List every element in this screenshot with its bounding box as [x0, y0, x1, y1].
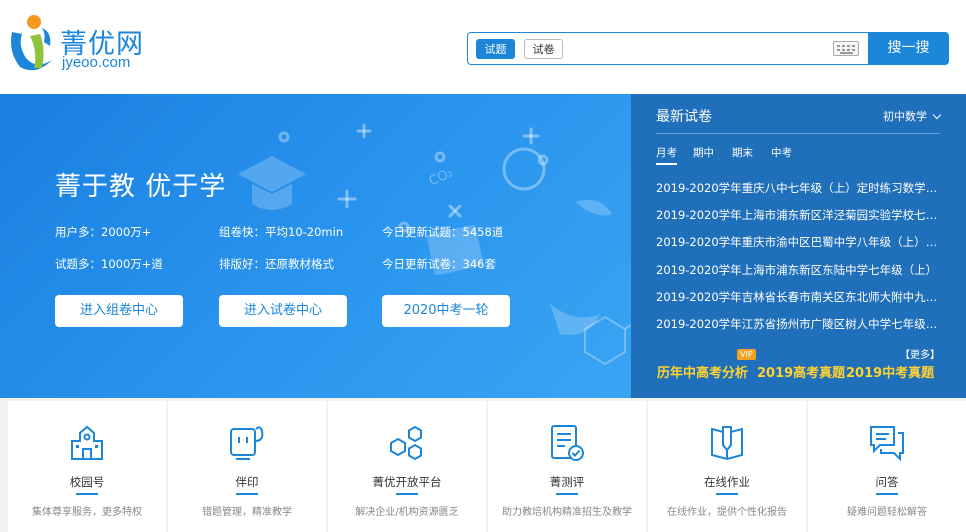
paper-list-item[interactable]: 2019-2020学年上海市浦东新区东陆中学七年级（上） — [656, 262, 939, 278]
feature-desc: 错题管理，精准教学 — [202, 507, 292, 518]
banner-decoration: CO₂ — [238, 123, 631, 366]
stat-questions: 试题多：1000万+道 — [55, 257, 163, 271]
tab-final[interactable]: 期末 — [732, 145, 753, 160]
feature-name: 校园号 — [69, 475, 105, 489]
stat-layout: 排版好：还原教材格式 — [219, 257, 334, 271]
feature-underline — [396, 493, 418, 495]
gaokao-2019-link[interactable]: 2019高考真题 — [757, 362, 845, 381]
tab-zhongkao[interactable]: 中考 — [771, 145, 792, 160]
paper-list-item[interactable]: 2019-2020学年重庆八中七年级（上）定时练习数学试卷 — [656, 180, 939, 196]
chat-icon — [870, 426, 904, 462]
feature-card-campus[interactable]: 校园号 集体尊享服务，更多特权 — [8, 401, 166, 532]
paper-list-item[interactable]: 2019-2020学年上海市浦东新区洋泾菊园实验学校七年级 — [656, 207, 939, 223]
zhongkao-2019-link[interactable]: 2019中考真题 — [846, 362, 934, 381]
stat-daily-questions: 今日更新试题：5458道 — [382, 225, 504, 239]
hero-banner: CO₂ 菁于教 优于学 用户多：2000万+ 组卷快：平均10-20min 今日… — [0, 94, 631, 398]
stat-users: 用户多：2000万+ — [55, 225, 152, 239]
paper-list-item[interactable]: 2019-2020学年重庆市渝中区巴蜀中学八年级（上）第一 — [656, 234, 939, 250]
banner-slogan: 菁于教 优于学 — [55, 172, 227, 202]
feature-name: 菁测评 — [549, 475, 585, 489]
banner-deco-text: CO₂ — [427, 165, 456, 189]
feature-desc: 助力教培机构精准招生及教学 — [502, 507, 632, 518]
hexagon-icon — [390, 425, 422, 461]
grade-select[interactable]: 初中数学 — [883, 108, 942, 124]
search-button[interactable]: 搜一搜 — [868, 32, 949, 65]
feature-underline — [556, 493, 578, 495]
logo[interactable]: 菁优网 jyeoo.com — [6, 12, 166, 80]
tab-midterm[interactable]: 期中 — [693, 145, 714, 160]
feature-underline — [236, 493, 258, 495]
feature-desc: 解决企业/机构资源匮乏 — [355, 507, 459, 518]
feature-name: 在线作业 — [704, 475, 750, 489]
latest-papers-panel: 最新试卷 初中数学 月考 期中 期末 中考 2019-2020学年重庆八中七年级… — [631, 94, 966, 398]
grade-select-label: 初中数学 — [883, 110, 927, 123]
more-link[interactable]: 【更多】 — [900, 346, 940, 361]
paper-center-button[interactable]: 进入试卷中心 — [219, 295, 347, 327]
divider — [656, 133, 940, 134]
header: 菁优网 jyeoo.com 试题 试卷 搜一搜 — [0, 0, 966, 94]
stat-speed: 组卷快：平均10-20min — [219, 225, 344, 239]
stat-daily-papers: 今日更新试卷：346套 — [382, 257, 496, 271]
paper-list-item[interactable]: 2019-2020学年江苏省扬州市广陵区树人中学七年级（上 — [656, 316, 939, 332]
history-analysis-link[interactable]: 历年中高考分析 — [657, 362, 748, 381]
clipboard-check-icon — [551, 425, 584, 461]
feature-card-qa[interactable]: 问答 疑难问题轻松解答 — [808, 401, 966, 532]
feature-desc: 疑难问题轻松解答 — [847, 507, 927, 518]
printer-icon — [230, 426, 264, 460]
search-box: 试题 试卷 搜一搜 — [467, 32, 949, 65]
vip-badge: VIP — [737, 349, 756, 360]
feature-underline — [876, 493, 898, 495]
book-pencil-icon — [711, 426, 743, 461]
feature-desc: 在线作业，提供个性化报告 — [667, 507, 787, 518]
paper-list-item[interactable]: 2019-2020学年吉林省长春市南关区东北师大附中九年级 — [656, 289, 939, 305]
exam-2020-button[interactable]: 2020中考一轮 — [382, 295, 510, 327]
feature-card-assessment[interactable]: 菁测评 助力教培机构精准招生及教学 — [488, 401, 646, 532]
school-icon — [71, 425, 103, 460]
search-tab-papers[interactable]: 试卷 — [524, 39, 563, 59]
feature-name: 菁优开放平台 — [372, 475, 442, 489]
feature-row: 校园号 集体尊享服务，更多特权 伴印 错题管理，精准教学 菁优开放平台 解决企业… — [0, 398, 966, 532]
feature-desc: 集体尊享服务，更多特权 — [32, 507, 142, 518]
search-input[interactable] — [568, 37, 828, 61]
feature-name: 问答 — [875, 475, 899, 489]
tab-monthly[interactable]: 月考 — [656, 145, 677, 165]
compose-center-button[interactable]: 进入组卷中心 — [55, 295, 183, 327]
logo-text-en: jyeoo.com — [62, 54, 131, 71]
feature-card-homework[interactable]: 在线作业 在线作业，提供个性化报告 — [648, 401, 806, 532]
logo-mark-icon — [11, 15, 52, 71]
keyboard-icon[interactable] — [833, 41, 859, 56]
feature-underline — [76, 493, 98, 495]
feature-card-open-platform[interactable]: 菁优开放平台 解决企业/机构资源匮乏 — [328, 401, 486, 532]
search-tab-questions[interactable]: 试题 — [476, 39, 515, 59]
feature-name: 伴印 — [235, 475, 259, 489]
papers-title: 最新试卷 — [656, 109, 712, 125]
chevron-down-icon — [932, 110, 942, 120]
feature-underline — [716, 493, 738, 495]
feature-card-banyin[interactable]: 伴印 错题管理，精准教学 — [168, 401, 326, 532]
